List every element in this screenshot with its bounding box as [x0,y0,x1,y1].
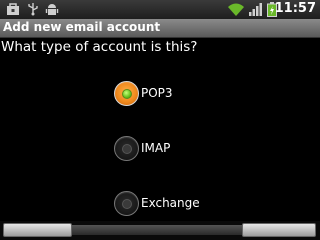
signal-icon [249,3,262,16]
title-bar: Add new email account [0,19,320,38]
radio-button-exchange[interactable] [114,191,139,216]
bottom-button-bar [0,221,320,240]
radio-dot-icon [121,143,132,154]
usb-icon [28,3,38,16]
question-text: What type of account is this? [1,39,198,55]
bag-icon [7,3,19,15]
option-label: IMAP [141,141,171,155]
next-button[interactable] [242,223,316,237]
wifi-icon [228,3,244,16]
radio-dot-icon [121,198,132,209]
option-label: Exchange [141,196,200,210]
clock: 11:57 [274,1,316,16]
android-debug-icon [45,4,59,15]
radio-button-pop3[interactable] [114,81,139,106]
bottom-divider [72,225,242,235]
radio-dot-icon [121,88,132,99]
radio-button-imap[interactable] [114,136,139,161]
option-pop3[interactable]: POP3 [114,81,234,107]
option-label: POP3 [141,86,173,100]
option-imap[interactable]: IMAP [114,136,234,162]
option-exchange[interactable]: Exchange [114,191,234,217]
previous-button[interactable] [3,223,72,237]
page-title: Add new email account [3,20,161,34]
status-bar: 11:57 [0,0,320,19]
